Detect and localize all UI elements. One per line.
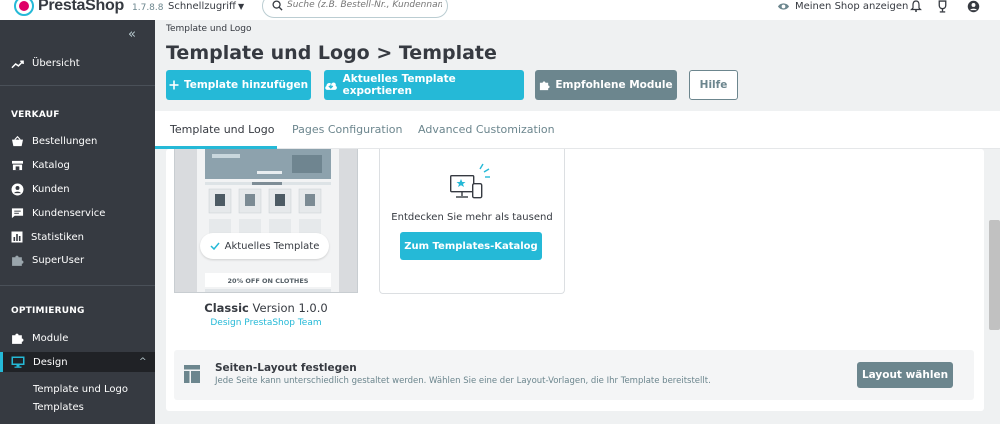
help-button[interactable]: Hilfe xyxy=(689,70,738,100)
devices-icon xyxy=(450,163,490,199)
recommended-modules-button[interactable]: Empfohlene Module xyxy=(535,70,677,100)
puzzle-icon xyxy=(12,255,24,266)
chat-icon xyxy=(11,208,24,219)
page-title: Template und Logo > Template xyxy=(166,42,497,64)
add-template-label: Template hinzufügen xyxy=(183,79,309,91)
help-label: Hilfe xyxy=(699,79,728,91)
template-preview-thumbnail: 20% OFF ON CLOTHES xyxy=(174,149,358,293)
export-template-button[interactable]: Aktuelles Template exportieren xyxy=(324,70,524,100)
sidebar-item-label: Kunden xyxy=(32,184,70,195)
sidebar-item-catalog[interactable]: Katalog xyxy=(11,160,70,171)
bar-chart-icon xyxy=(11,231,23,243)
sidebar-item-dashboard[interactable]: Übersicht xyxy=(11,58,80,69)
section-title-improve: OPTIMIERUNG xyxy=(11,306,85,316)
layout-title: Seiten-Layout festlegen xyxy=(215,362,357,374)
sidebar-item-customers[interactable]: Kunden xyxy=(11,183,70,196)
sidebar-item-label: Katalog xyxy=(32,160,70,171)
preview-banner-text: 20% OFF ON CLOTHES xyxy=(228,277,309,285)
top-header: PrestaShop 1.7.8.8 Schnellzugriff▼ Meine… xyxy=(0,0,1000,20)
template-name-text: Classic xyxy=(204,301,249,315)
template-preview-image: 20% OFF ON CLOTHES xyxy=(197,149,339,292)
current-template-label: Aktuelles Template xyxy=(224,240,320,252)
tab-bar: Template und Logo Pages Configuration Ad… xyxy=(155,111,1000,149)
chevron-up-icon: ^ xyxy=(139,357,147,367)
sidebar-item-customer-service[interactable]: Kundenservice xyxy=(11,207,105,219)
desktop-icon xyxy=(11,356,25,368)
quick-access-label: Schnellzugriff xyxy=(168,1,236,12)
trophy-icon[interactable] xyxy=(936,0,949,13)
section-title-sell: VERKAUF xyxy=(11,110,60,120)
trending-up-icon xyxy=(11,59,24,68)
current-template-badge: Aktuelles Template xyxy=(200,233,329,259)
sidebar-item-label: SuperUser xyxy=(32,255,85,266)
sidebar-item-label: Kundenservice xyxy=(32,207,106,219)
quick-access-dropdown[interactable]: Schnellzugriff ▼ xyxy=(168,1,244,12)
collapse-sidebar-icon[interactable]: « xyxy=(128,27,136,42)
sidebar-subitem-templates[interactable]: Templates xyxy=(33,402,84,413)
eye-icon xyxy=(777,3,790,10)
logo-text: PrestaShop xyxy=(38,0,124,14)
sidebar-item-design[interactable]: Design xyxy=(11,356,68,368)
breadcrumb[interactable]: Template und Logo xyxy=(166,24,252,34)
puzzle-icon xyxy=(540,80,550,90)
page-layout-section xyxy=(174,350,974,400)
choose-layout-label: Layout wählen xyxy=(861,369,949,381)
sidebar-item-label: Statistiken xyxy=(31,231,84,243)
layout-icon xyxy=(184,365,200,383)
choose-layout-button[interactable]: Layout wählen xyxy=(857,362,953,388)
template-name: Classic Version 1.0.0 xyxy=(174,301,358,315)
store-icon xyxy=(12,160,23,171)
template-version: Version 1.0.0 xyxy=(252,301,328,315)
plus-icon xyxy=(169,80,179,90)
discover-templates-text: Entdecken Sie mehr als tausend xyxy=(391,212,553,223)
export-template-label: Aktuelles Template exportieren xyxy=(342,73,456,97)
sidebar-item-orders[interactable]: Bestellungen xyxy=(11,136,97,147)
sidebar-item-statistics[interactable]: Statistiken xyxy=(11,231,84,243)
sidebar-item-label: Module xyxy=(32,333,69,344)
sidebar-item-modules[interactable]: Module xyxy=(11,332,68,345)
templates-catalog-button[interactable]: Zum Templates-Katalog xyxy=(400,232,542,260)
search-input[interactable] xyxy=(287,0,442,10)
tab-template-logo[interactable]: Template und Logo xyxy=(170,123,275,136)
view-shop-label: Meinen Shop anzeigen xyxy=(795,1,909,12)
prestashop-logo-icon xyxy=(14,0,34,16)
puzzle-icon xyxy=(12,333,24,344)
chevron-down-icon: ▼ xyxy=(237,2,245,11)
bell-icon[interactable] xyxy=(910,0,922,12)
shopping-basket-icon xyxy=(12,136,23,147)
sidebar-item-label: Bestellungen xyxy=(32,136,98,147)
template-author-link[interactable]: Design PrestaShop Team xyxy=(174,318,358,328)
view-shop-link[interactable]: Meinen Shop anzeigen xyxy=(777,1,908,12)
sidebar-subitem-template-logo[interactable]: Template und Logo xyxy=(33,384,128,395)
sidebar-item-superuser[interactable]: SuperUser xyxy=(11,254,84,267)
version-label: 1.7.8.8 xyxy=(132,3,164,13)
add-template-button[interactable]: Template hinzufügen xyxy=(166,70,311,100)
sidebar: « Übersicht VERKAUF Bestellungen Katalog… xyxy=(0,20,155,424)
user-account-icon[interactable] xyxy=(967,0,980,13)
cloud-download-icon xyxy=(325,81,337,90)
tab-advanced-customization[interactable]: Advanced Customization xyxy=(418,123,555,136)
check-icon xyxy=(210,242,220,250)
templates-catalog-label: Zum Templates-Katalog xyxy=(404,240,538,252)
divider xyxy=(0,85,155,86)
recommended-modules-label: Empfohlene Module xyxy=(555,79,673,91)
account-circle-icon xyxy=(11,183,24,196)
divider xyxy=(0,285,155,286)
search-box[interactable] xyxy=(262,0,448,18)
prestashop-logo[interactable]: PrestaShop xyxy=(14,0,124,16)
sidebar-item-label: Design xyxy=(33,356,68,368)
page-scrollbar[interactable] xyxy=(989,220,1000,330)
search-icon xyxy=(272,0,283,11)
layout-description: Jede Seite kann unterschiedlich gestalte… xyxy=(215,376,711,386)
sidebar-item-label: Übersicht xyxy=(32,58,80,69)
tab-pages-configuration[interactable]: Pages Configuration xyxy=(292,123,402,136)
